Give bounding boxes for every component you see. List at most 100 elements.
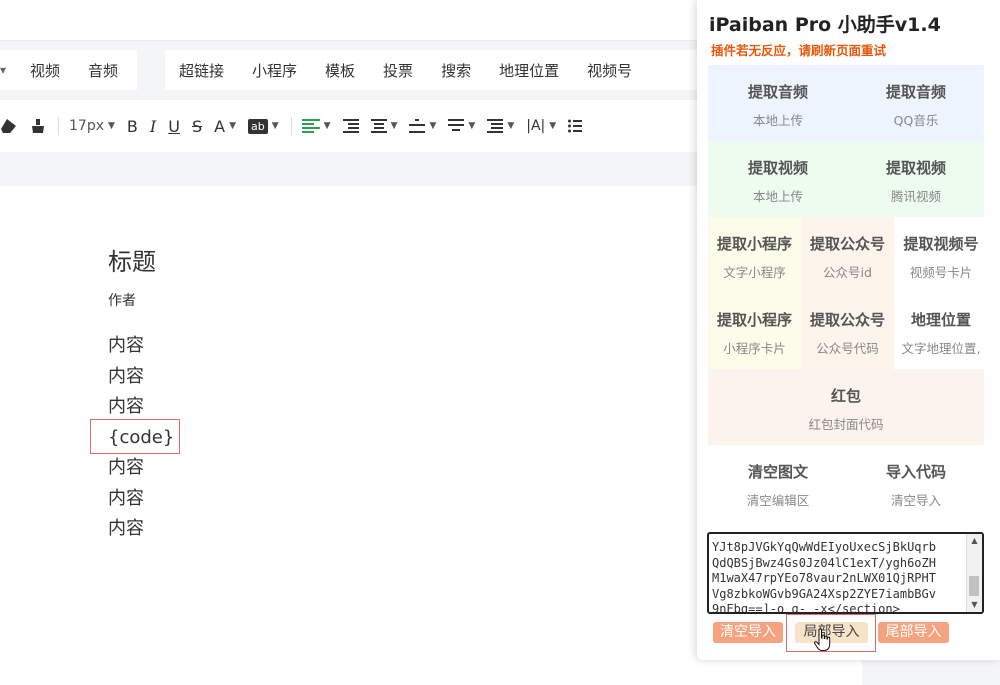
content-line[interactable]: 内容 [108,484,174,515]
code-input[interactable]: YJt8pJVGkYqQwWdEIyoUxecSjBkUqrb QdQBSjBw… [707,532,984,614]
list-indent-button[interactable]: ▼ [487,114,514,138]
tile-label: 提取小程序 [716,235,792,253]
tile-extract-official-id[interactable]: 提取公众号 公众号id [801,217,894,293]
menu-item-template[interactable]: 模板 [311,60,369,81]
tile-extract-miniprogram-card[interactable]: 提取小程序 小程序卡片 [708,293,801,369]
menu-group-media: ▾ 视频 音频 [0,50,137,90]
eraser-icon[interactable] [0,114,18,138]
chevron-down-icon: ▼ [390,121,398,131]
chevron-down-icon: ▼ [271,121,279,131]
outdent-button[interactable]: ▼ [370,114,398,138]
bg-color-button[interactable]: ab ▼ [247,114,279,138]
chevron-down-icon: ▼ [468,121,476,131]
bold-button[interactable]: B [127,114,138,138]
code-input-scrollbar[interactable]: ▲ ▼ [966,534,982,612]
tile-label: 提取公众号 [809,311,885,329]
paragraph-spacing-button[interactable]: ▼ [448,114,475,138]
font-color-label: A [214,116,226,136]
tile-label: 提取视频 [747,159,808,177]
tile-extract-channels-card[interactable]: 提取视频号 视频号卡片 [894,217,988,293]
tile-sublabel: 本地上传 [752,189,803,204]
tile-extract-video-tencent[interactable]: 提取视频 腾讯视频 [848,141,984,217]
panel-notice: 插件若无反应，请刷新页面重试 [711,43,887,58]
article-title[interactable]: 标题 [108,242,156,277]
tile-sublabel: 腾讯视频 [890,189,941,204]
font-size-select[interactable]: 17px ▼ [69,114,115,138]
tile-extract-audio-local[interactable]: 提取音频 本地上传 [708,65,848,141]
code-input-text[interactable]: YJt8pJVGkYqQwWdEIyoUxecSjBkUqrb QdQBSjBw… [712,540,966,612]
chevron-down-icon: ▼ [323,121,331,131]
italic-button[interactable]: I [150,114,156,138]
tail-import-button[interactable]: 尾部导入 [878,622,949,643]
align-left-icon [301,119,320,133]
line-height-button[interactable]: ▼ [409,114,436,138]
font-color-button[interactable]: A ▼ [214,114,236,138]
plugin-panel: iPaiban Pro 小助手v1.4 插件若无反应，请刷新页面重试 提取音频 … [697,0,1000,660]
content-line[interactable]: 内容 [108,362,174,393]
tile-label: 清空图文 [747,463,808,481]
article-author[interactable]: 作者 [108,290,136,310]
tile-import-code[interactable]: 导入代码 清空导入 [848,445,984,521]
tile-sublabel: 文字小程序 [723,265,786,280]
scroll-down-icon[interactable]: ▼ [967,598,982,612]
bg-color-label: ab [247,118,268,134]
tile-location[interactable]: 地理位置 文字地理位置, [894,293,988,369]
tile-sublabel: 清空导入 [890,493,941,508]
letter-spacing-label: |A| [526,118,546,134]
tile-extract-miniprogram-text[interactable]: 提取小程序 文字小程序 [708,217,801,293]
menu-item-miniprogram[interactable]: 小程序 [238,60,311,81]
tile-sublabel: 清空编辑区 [746,493,810,508]
tile-label: 提取视频号 [903,235,979,253]
content-line[interactable]: 内容 [108,331,174,362]
scrollbar-thumb[interactable] [969,576,979,596]
chevron-down-icon: ▼ [229,121,236,131]
list-indent-icon [487,119,504,133]
line-height-icon [409,119,426,133]
tile-label: 提取音频 [885,83,946,101]
font-size-value: 17px [69,118,104,134]
menu-item-hyperlink[interactable]: 超链接 [165,60,238,81]
menu-group-insert: 超链接 小程序 模板 投票 搜索 地理位置 视频号 [165,50,700,90]
tile-label: 提取音频 [747,83,808,101]
code-highlight-box [90,419,180,454]
tile-label: 提取小程序 [716,311,792,329]
menu-item-audio[interactable]: 音频 [74,60,132,81]
indent-icon [342,119,359,133]
tile-label: 提取视频 [885,159,946,177]
tile-extract-video-local[interactable]: 提取视频 本地上传 [708,141,848,217]
content-line[interactable]: 内容 [108,514,174,545]
content-line[interactable]: 内容 [108,453,174,484]
indent-button[interactable] [342,114,359,138]
clear-import-button[interactable]: 清空导入 [713,622,783,643]
bullet-list-icon [568,119,583,133]
paragraph-spacing-icon [448,119,465,131]
letter-spacing-button[interactable]: |A| ▼ [526,114,556,138]
format-toolbar: 17px ▼ B I U S A ▼ ab ▼ ▼ ▼ ▼ ▼ ▼ |A| ▼ [0,100,700,152]
tile-red-packet[interactable]: 红包 红包封面代码 [708,369,984,445]
toolbar-divider [290,117,292,135]
tile-extract-official-code[interactable]: 提取公众号 公众号代码 [801,293,894,369]
underline-button[interactable]: U [168,114,180,138]
format-painter-icon[interactable] [30,114,46,138]
align-left-button[interactable]: ▼ [301,114,331,138]
bullet-list-button[interactable] [568,114,583,138]
tile-sublabel: QQ音乐 [893,113,939,128]
tile-clear-article[interactable]: 清空图文 清空编辑区 [708,445,848,521]
tile-extract-audio-qq[interactable]: 提取音频 QQ音乐 [848,65,984,141]
menu-item-search[interactable]: 搜索 [427,60,485,81]
menu-item-vote[interactable]: 投票 [369,60,427,81]
toolbar-divider [58,117,59,135]
tile-label: 导入代码 [885,463,946,481]
scroll-up-icon[interactable]: ▲ [967,534,982,548]
strikethrough-button[interactable]: S [192,114,202,138]
hand-cursor-icon [814,628,831,651]
tile-sublabel: 视频号卡片 [909,265,973,280]
tile-sublabel: 公众号代码 [816,341,879,356]
tile-sublabel: 红包封面代码 [808,417,884,432]
content-line[interactable]: 内容 [108,392,174,423]
outdent-icon [370,119,387,133]
menu-caret-icon: ▾ [0,63,7,77]
menu-item-video[interactable]: 视频 [16,60,74,81]
menu-item-location[interactable]: 地理位置 [485,60,573,81]
menu-item-channels[interactable]: 视频号 [573,60,646,81]
